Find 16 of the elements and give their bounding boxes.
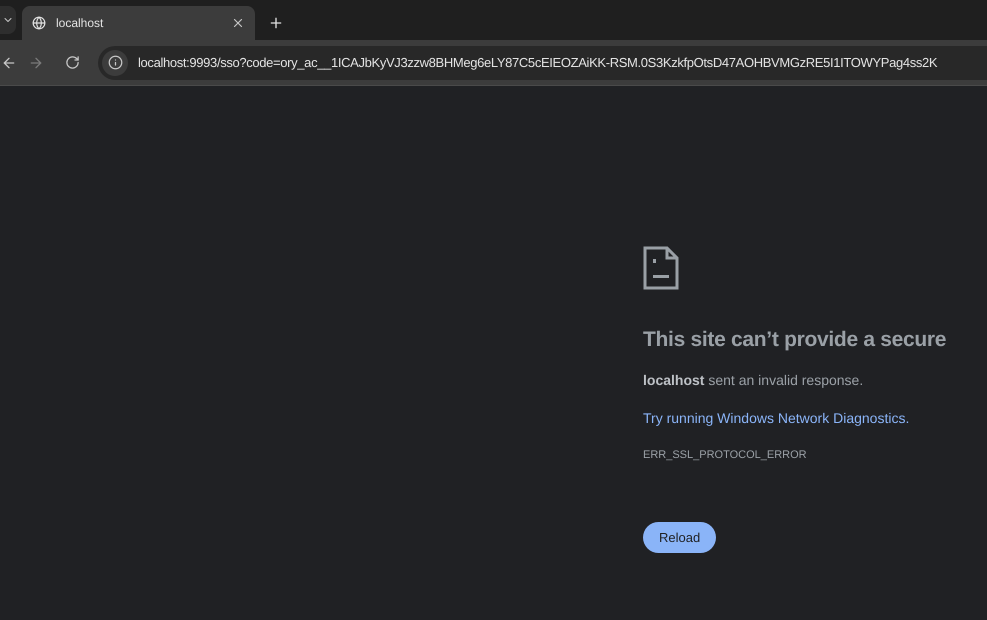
reload-icon (64, 55, 80, 70)
error-heading: This site can’t provide a secure (643, 328, 946, 352)
globe-icon (32, 16, 46, 30)
close-icon (231, 16, 245, 30)
info-icon[interactable] (102, 50, 128, 76)
diagnostics-link[interactable]: Try running Windows Network Diagnostics. (643, 410, 910, 426)
new-tab-button[interactable] (268, 15, 284, 31)
plus-icon (268, 15, 284, 31)
address-bar[interactable]: localhost:9993/sso?code=ory_ac__1ICAJbKyVJ3zzw8BHMeg6eLY87C5cEIEOZAiKK-RSM.0S3KzkfpOtsD47AOHBVMGzRE5I1ITOWYPag4ss2K (98, 46, 987, 80)
tab-search-button[interactable] (0, 6, 16, 34)
error-message: localhost sent an invalid response. (643, 372, 864, 388)
close-tab-button[interactable] (231, 16, 245, 30)
error-code: ERR_SSL_PROTOCOL_ERROR (643, 449, 807, 461)
browser-tab[interactable]: localhost (22, 6, 255, 40)
reload-page-button[interactable]: Reload (643, 522, 716, 553)
sad-page-icon (643, 246, 679, 290)
